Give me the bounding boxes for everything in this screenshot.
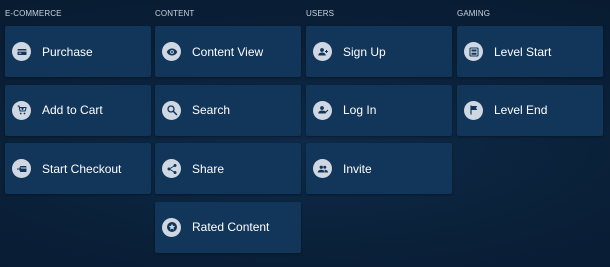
event-tile-search[interactable]: Search [155,84,301,136]
event-tile-rated-content[interactable]: Rated Content [155,201,301,253]
event-label: Purchase [42,44,93,59]
event-tile-sign-up[interactable]: Sign Up [306,26,452,77]
event-tile-level-end[interactable]: Level End [457,84,603,136]
event-tile-add-to-cart[interactable]: Add to Cart [5,84,151,136]
checkout-icon [12,159,31,178]
event-label: Invite [343,161,372,176]
event-tile-content-view[interactable]: Content View [155,26,301,77]
category-title: GAMING [457,9,491,18]
category-title: CONTENT [155,9,195,18]
shopping-cart-icon [12,100,31,120]
event-tile-invite[interactable]: Invite [306,143,452,194]
event-tile-log-in[interactable]: Log In [306,84,452,136]
category-ecommerce: E-COMMERCE Purchase Add to Cart Start Ch… [5,0,151,202]
level-start-icon [464,42,483,61]
star-icon [162,217,181,237]
category-users: USERS Sign Up Log In Invite [306,0,452,202]
category-title: E-COMMERCE [5,9,62,18]
category-content: CONTENT Content View Search Share Rated … [155,0,301,260]
event-label: Content View [192,44,264,59]
flag-icon [464,100,483,120]
event-label: Search [192,103,231,117]
group-add-icon [313,159,332,178]
event-label: Log In [343,103,377,117]
event-tile-share[interactable]: Share [155,143,301,194]
event-tile-start-checkout[interactable]: Start Checkout [5,143,151,194]
event-label: Share [192,161,225,176]
credit-card-icon [12,42,31,61]
event-label: Level End [494,103,548,117]
eye-icon [162,42,181,61]
event-label: Add to Cart [42,103,103,117]
event-label: Level Start [494,44,552,59]
event-tile-purchase[interactable]: Purchase [5,26,151,77]
event-tile-level-start[interactable]: Level Start [457,26,603,77]
person-add-icon [313,42,332,61]
search-icon [162,100,181,120]
category-gaming: GAMING Level Start Level End [457,0,603,143]
category-title: USERS [306,9,335,18]
event-label: Sign Up [343,44,386,59]
event-label: Rated Content [192,220,270,234]
share-icon [162,159,181,178]
person-login-icon [313,100,332,120]
event-label: Start Checkout [42,161,122,176]
